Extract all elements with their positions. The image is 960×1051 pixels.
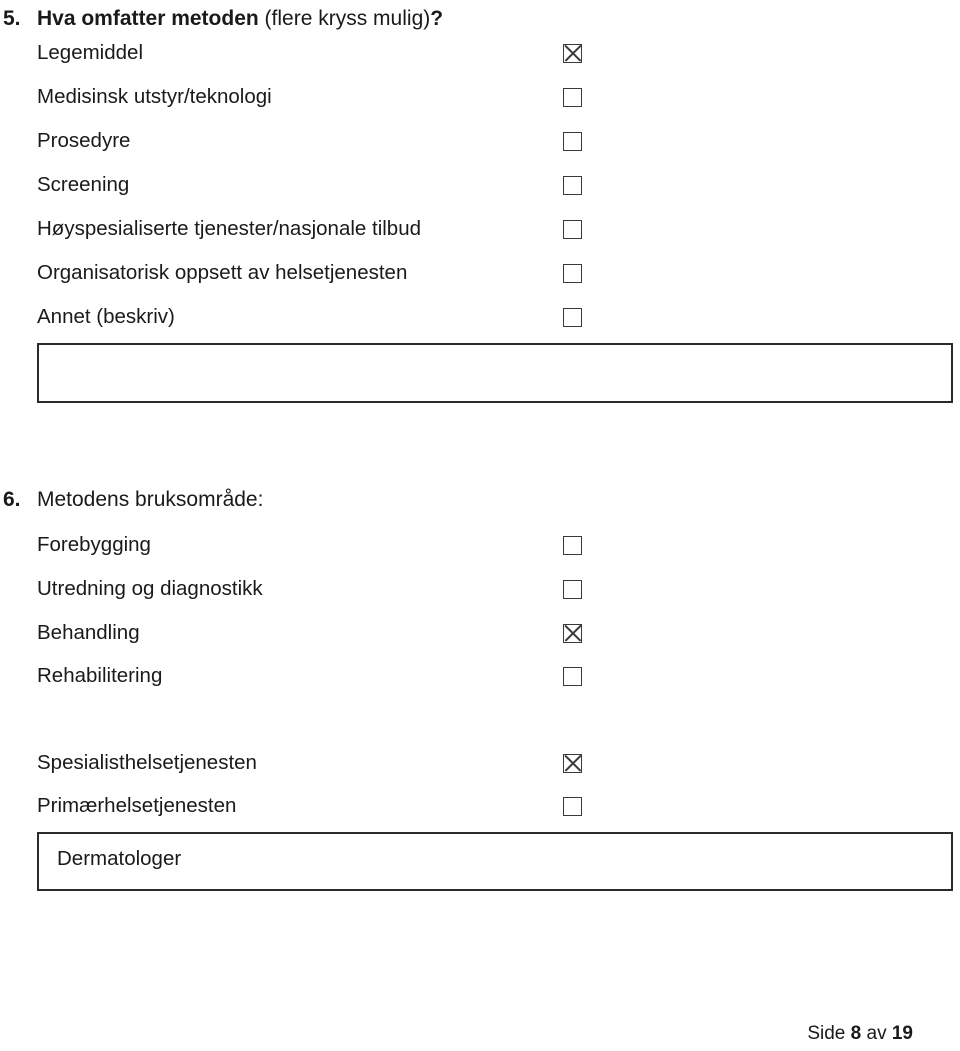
option-row[interactable]: Utredning og diagnostikk <box>37 576 582 602</box>
checkbox-behandling[interactable] <box>563 623 582 643</box>
checkbox-hoyspesialiserte-tjenester[interactable] <box>563 219 582 239</box>
option-label: Primærhelsetjenesten <box>37 794 237 817</box>
checkbox-prosedyre[interactable] <box>563 131 582 151</box>
bruksomrade-textbox[interactable]: Dermatologer <box>37 832 953 891</box>
footer-prefix: Side <box>807 1023 851 1044</box>
option-label: Organisatorisk oppsett av helsetjenesten <box>37 261 408 284</box>
option-row[interactable]: Behandling <box>37 620 582 646</box>
question-6-title: Metodens bruksområde: <box>37 488 264 511</box>
question-5-title-bold: Hva omfatter metoden <box>37 7 259 30</box>
checkbox-annet-beskriv[interactable] <box>563 307 582 327</box>
option-label: Forebygging <box>37 533 151 556</box>
option-row[interactable]: Prosedyre <box>37 128 582 154</box>
option-label: Rehabilitering <box>37 664 163 687</box>
question-5-title: Hva omfatter metoden (flere kryss mulig)… <box>37 6 940 32</box>
bruksomrade-textbox-value: Dermatologer <box>57 847 182 870</box>
checkbox-utredning-og-diagnostikk[interactable] <box>563 579 582 599</box>
checkbox-primaerhelsetjenesten[interactable] <box>563 796 582 816</box>
option-row[interactable]: Høyspesialiserte tjenester/nasjonale til… <box>37 216 582 242</box>
footer-middle: av <box>861 1023 892 1044</box>
option-row[interactable]: Annet (beskriv) <box>37 304 582 330</box>
option-label: Utredning og diagnostikk <box>37 577 263 600</box>
option-label: Annet (beskriv) <box>37 305 175 328</box>
question-6-number: 6. <box>3 488 21 511</box>
checkbox-forebygging[interactable] <box>563 535 582 555</box>
option-label: Medisinsk utstyr/teknologi <box>37 85 272 108</box>
question-6-heading: 6. Metodens bruksområde: <box>0 487 940 513</box>
option-label: Legemiddel <box>37 41 143 64</box>
annet-beskriv-textbox-value <box>39 345 951 357</box>
document-page: 5. Hva omfatter metoden (flere kryss mul… <box>0 0 960 1051</box>
option-row[interactable]: Legemiddel <box>37 40 582 66</box>
option-row[interactable]: Spesialisthelsetjenesten <box>37 750 582 776</box>
option-row[interactable]: Screening <box>37 172 582 198</box>
option-row[interactable]: Medisinsk utstyr/teknologi <box>37 84 582 110</box>
annet-beskriv-textbox[interactable] <box>37 343 953 403</box>
checkbox-legemiddel[interactable] <box>563 43 582 63</box>
checkbox-organisatorisk-oppsett[interactable] <box>563 263 582 283</box>
checkbox-spesialisthelsetjenesten[interactable] <box>563 753 582 773</box>
option-row[interactable]: Forebygging <box>37 532 582 558</box>
option-row[interactable]: Primærhelsetjenesten <box>37 793 582 819</box>
option-label: Prosedyre <box>37 129 131 152</box>
option-label: Screening <box>37 173 130 196</box>
option-row[interactable]: Rehabilitering <box>37 663 582 689</box>
footer-total-pages: 19 <box>891 1023 913 1044</box>
question-5-heading: 5. Hva omfatter metoden (flere kryss mul… <box>0 6 940 32</box>
page-footer: Side 8 av 19 <box>0 1022 913 1046</box>
option-label: Behandling <box>37 621 140 644</box>
option-label: Høyspesialiserte tjenester/nasjonale til… <box>37 217 422 240</box>
option-row[interactable]: Organisatorisk oppsett av helsetjenesten <box>37 260 582 286</box>
question-5-title-regular: (flere kryss mulig) <box>258 7 431 30</box>
question-5-title-mark: ? <box>430 7 444 30</box>
checkbox-screening[interactable] <box>563 175 582 195</box>
option-label: Spesialisthelsetjenesten <box>37 751 257 774</box>
footer-page-number: 8 <box>850 1023 862 1044</box>
checkbox-rehabilitering[interactable] <box>563 666 582 686</box>
question-5-number: 5. <box>3 7 21 30</box>
checkbox-medisinsk-utstyr-teknologi[interactable] <box>563 87 582 107</box>
